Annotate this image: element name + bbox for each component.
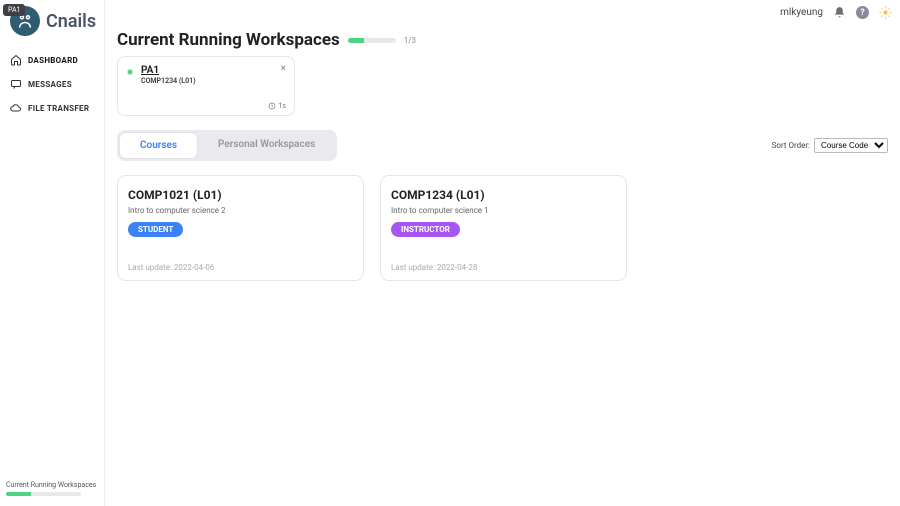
sidebar-item-dashboard[interactable]: DASHBOARD	[0, 48, 104, 72]
workspace-course: COMP1234 (L01)	[141, 77, 284, 85]
role-badge: INSTRUCTOR	[391, 222, 460, 237]
cloud-icon	[10, 102, 22, 114]
sidebar-footer-title: Current Running Workspaces	[6, 481, 98, 489]
home-icon	[10, 54, 22, 66]
role-badge: STUDENT	[128, 222, 183, 237]
nav: DASHBOARD MESSAGES FILE TRANSFER	[0, 42, 104, 120]
tabs-row: Courses Personal Workspaces Sort Order: …	[117, 130, 888, 161]
course-subtitle: Intro to computer science 2	[128, 206, 353, 215]
topbar: mlkyeung ?	[780, 6, 892, 19]
sidebar-footer: Current Running Workspaces	[0, 475, 104, 506]
sidebar-item-file-transfer[interactable]: FILE TRANSFER	[0, 96, 104, 120]
sidebar: PA1 Cnails DASHBOARD MESSAGES FILE TRANS…	[0, 0, 105, 506]
sidebar-usage-bar	[6, 492, 81, 496]
course-updated: Last update: 2022-04-06	[128, 263, 353, 272]
usage-text: 1/3	[404, 36, 416, 45]
usage-bar	[348, 38, 396, 43]
status-dot	[127, 69, 133, 75]
workspace-time: 1s	[268, 102, 286, 110]
course-title: COMP1234 (L01)	[391, 188, 616, 202]
tab-container: Courses Personal Workspaces	[117, 130, 337, 161]
clock-icon	[268, 102, 276, 110]
workspace-tooltip: PA1	[3, 4, 25, 16]
nav-label: DASHBOARD	[28, 56, 78, 65]
tab-personal-workspaces[interactable]: Personal Workspaces	[198, 132, 335, 159]
course-cards: COMP1021 (L01) Intro to computer science…	[117, 175, 888, 281]
course-card[interactable]: COMP1234 (L01) Intro to computer science…	[380, 175, 627, 281]
course-card[interactable]: COMP1021 (L01) Intro to computer science…	[117, 175, 364, 281]
nav-label: FILE TRANSFER	[28, 104, 89, 113]
bell-icon[interactable]	[833, 6, 846, 19]
nav-label: MESSAGES	[28, 80, 72, 89]
sidebar-item-messages[interactable]: MESSAGES	[0, 72, 104, 96]
sort-label: Sort Order:	[772, 141, 810, 150]
main: mlkyeung ? Current Running Workspaces 1/…	[105, 0, 900, 506]
chat-icon	[10, 78, 22, 90]
help-icon[interactable]: ?	[856, 6, 869, 19]
course-subtitle: Intro to computer science 1	[391, 206, 616, 215]
workspace-time-text: 1s	[278, 102, 286, 110]
course-updated: Last update: 2022-04-28	[391, 263, 616, 272]
section-header: Current Running Workspaces 1/3	[117, 30, 888, 50]
username[interactable]: mlkyeung	[780, 7, 823, 18]
section-title: Current Running Workspaces	[117, 30, 340, 50]
tab-courses[interactable]: Courses	[119, 132, 198, 159]
brand-name: Cnails	[46, 11, 96, 32]
sort-select[interactable]: Course Code	[814, 138, 888, 153]
sun-icon[interactable]	[879, 6, 892, 19]
app-root: PA1 Cnails DASHBOARD MESSAGES FILE TRANS…	[0, 0, 900, 506]
course-title: COMP1021 (L01)	[128, 188, 353, 202]
workspace-name[interactable]: PA1	[141, 65, 284, 76]
close-icon[interactable]: ×	[281, 63, 286, 74]
sort-row: Sort Order: Course Code	[772, 138, 888, 153]
workspace-card[interactable]: PA1 COMP1234 (L01) × 1s	[117, 56, 295, 116]
